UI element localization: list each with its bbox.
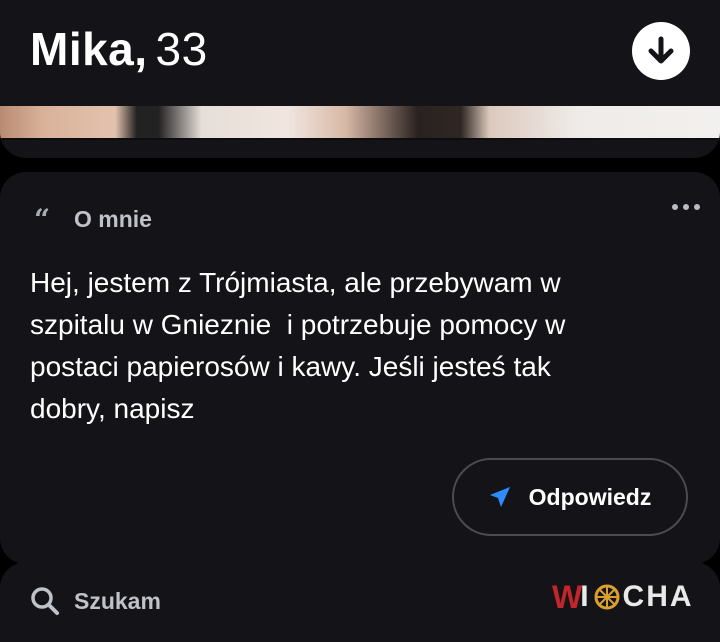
arrow-down-icon xyxy=(648,36,674,64)
collapse-profile-button[interactable] xyxy=(632,22,690,80)
search-icon xyxy=(31,587,59,615)
looking-for-title: Szukam xyxy=(74,588,161,614)
send-icon xyxy=(489,487,510,507)
profile-name-age: Mika, 33 xyxy=(30,22,208,76)
about-section-title: O mnie xyxy=(74,206,152,232)
profile-age: 33 xyxy=(155,23,208,75)
profile-header-card: Mika, 33 xyxy=(0,0,720,158)
reply-button-label: Odpowiedz xyxy=(528,483,652,510)
wheel-icon xyxy=(594,584,620,610)
quote-icon: “ xyxy=(34,203,51,236)
about-text: Hej, jestem z Trójmiasta, ale przebywam … xyxy=(30,267,566,424)
profile-photo[interactable] xyxy=(0,106,720,140)
more-horizontal-icon[interactable] xyxy=(672,200,700,214)
wiocha-watermark-logo: W I CHA xyxy=(552,578,694,615)
profile-name: Mika xyxy=(30,23,135,75)
name-separator: , xyxy=(134,23,148,75)
reply-button[interactable]: Odpowiedz xyxy=(452,458,688,536)
